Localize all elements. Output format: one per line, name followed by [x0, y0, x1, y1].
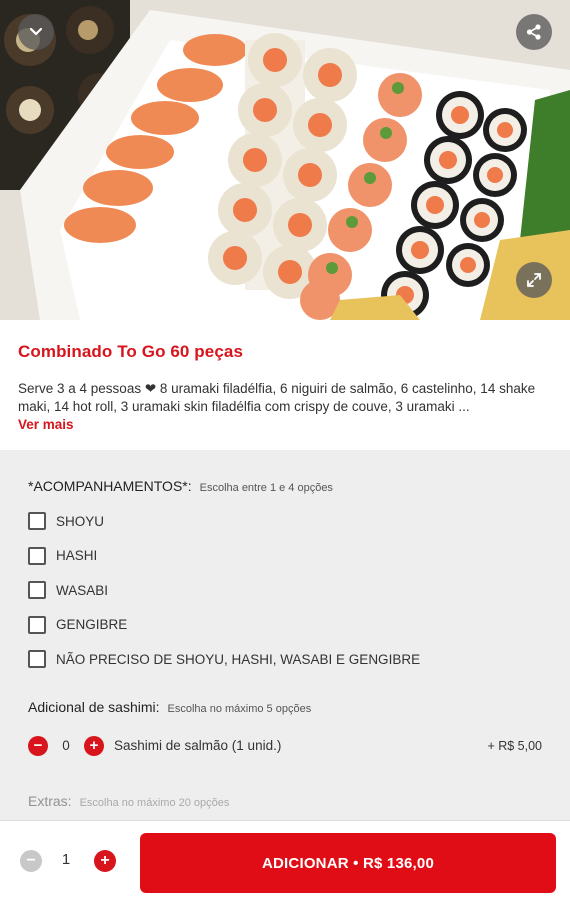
- option-wasabi[interactable]: WASABI: [28, 573, 542, 608]
- order-footer: − 1 + ADICIONAR • R$ 136,00: [0, 820, 570, 900]
- extras-header: Extras: Escolha no máximo 20 opções: [28, 793, 542, 809]
- increase-quantity-button[interactable]: +: [94, 850, 116, 872]
- accompaniments-hint: Escolha entre 1 e 4 opções: [199, 482, 333, 494]
- checkbox[interactable]: [28, 512, 46, 531]
- description-text: Serve 3 a 4 pessoas ❤ 8 uramaki filadélf…: [18, 381, 536, 414]
- expand-icon: [527, 273, 541, 287]
- plus-icon: +: [89, 737, 99, 754]
- option-none[interactable]: NÃO PRECISO DE SHOYU, HASHI, WASABI E GE…: [28, 642, 542, 677]
- checkbox[interactable]: [28, 546, 46, 565]
- sashimi-header: Adicional de sashimi: Escolha no máximo …: [28, 699, 542, 715]
- option-label: NÃO PRECISO DE SHOYU, HASHI, WASABI E GE…: [56, 651, 421, 667]
- addon-name: Sashimi de salmão (1 unid.): [114, 738, 282, 753]
- order-quantity: 1: [61, 851, 71, 868]
- product-title: Combinado To Go 60 peças: [18, 342, 244, 361]
- option-label: WASABI: [56, 582, 109, 598]
- addon-price: + R$ 5,00: [487, 738, 542, 753]
- product-description: Serve 3 a 4 pessoas ❤ 8 uramaki filadélf…: [18, 380, 552, 434]
- product-image[interactable]: [0, 0, 570, 320]
- checkbox[interactable]: [28, 581, 46, 600]
- minus-icon: −: [26, 852, 36, 869]
- collapse-button[interactable]: [18, 14, 54, 50]
- accompaniments-header: *ACOMPANHAMENTOS*: Escolha entre 1 e 4 o…: [28, 478, 542, 494]
- sashimi-title: Adicional de sashimi:: [28, 698, 160, 715]
- option-hashi[interactable]: HASHI: [28, 539, 542, 574]
- sashimi-hint: Escolha no máximo 5 opções: [167, 702, 312, 715]
- extras-title: Extras:: [28, 792, 72, 809]
- plus-icon: +: [100, 852, 110, 869]
- minus-icon: −: [33, 737, 43, 754]
- product-info: Combinado To Go 60 peças Serve 3 a 4 pes…: [0, 320, 570, 450]
- decrease-addon-button[interactable]: −: [28, 735, 48, 756]
- addon-row: − 0 + Sashimi de salmão (1 unid.) + R$ 5…: [28, 731, 542, 761]
- accompaniments-list: SHOYU HASHI WASABI GENGIBRE NÃO PRECISO …: [28, 504, 542, 677]
- chevron-down-icon: [29, 27, 43, 36]
- add-to-cart-button[interactable]: ADICIONAR • R$ 136,00: [140, 833, 556, 893]
- share-icon: [526, 24, 541, 40]
- share-button[interactable]: [516, 14, 552, 50]
- accompaniments-title: *ACOMPANHAMENTOS*:: [28, 478, 192, 494]
- see-more-link[interactable]: Ver mais: [18, 417, 74, 432]
- option-shoyu[interactable]: SHOYU: [28, 504, 542, 539]
- addon-quantity: 0: [62, 738, 70, 753]
- option-gengibre[interactable]: GENGIBRE: [28, 608, 542, 643]
- checkbox[interactable]: [28, 615, 46, 634]
- options-panel[interactable]: *ACOMPANHAMENTOS*: Escolha entre 1 e 4 o…: [0, 450, 570, 820]
- extras-hint: Escolha no máximo 20 opções: [79, 796, 230, 809]
- sushi-photo: [0, 0, 570, 320]
- checkbox[interactable]: [28, 650, 46, 669]
- option-label: SHOYU: [56, 513, 105, 529]
- option-label: HASHI: [56, 548, 98, 564]
- option-label: GENGIBRE: [56, 617, 128, 633]
- decrease-quantity-button[interactable]: −: [20, 850, 42, 872]
- expand-image-button[interactable]: [516, 262, 552, 298]
- increase-addon-button[interactable]: +: [84, 735, 104, 756]
